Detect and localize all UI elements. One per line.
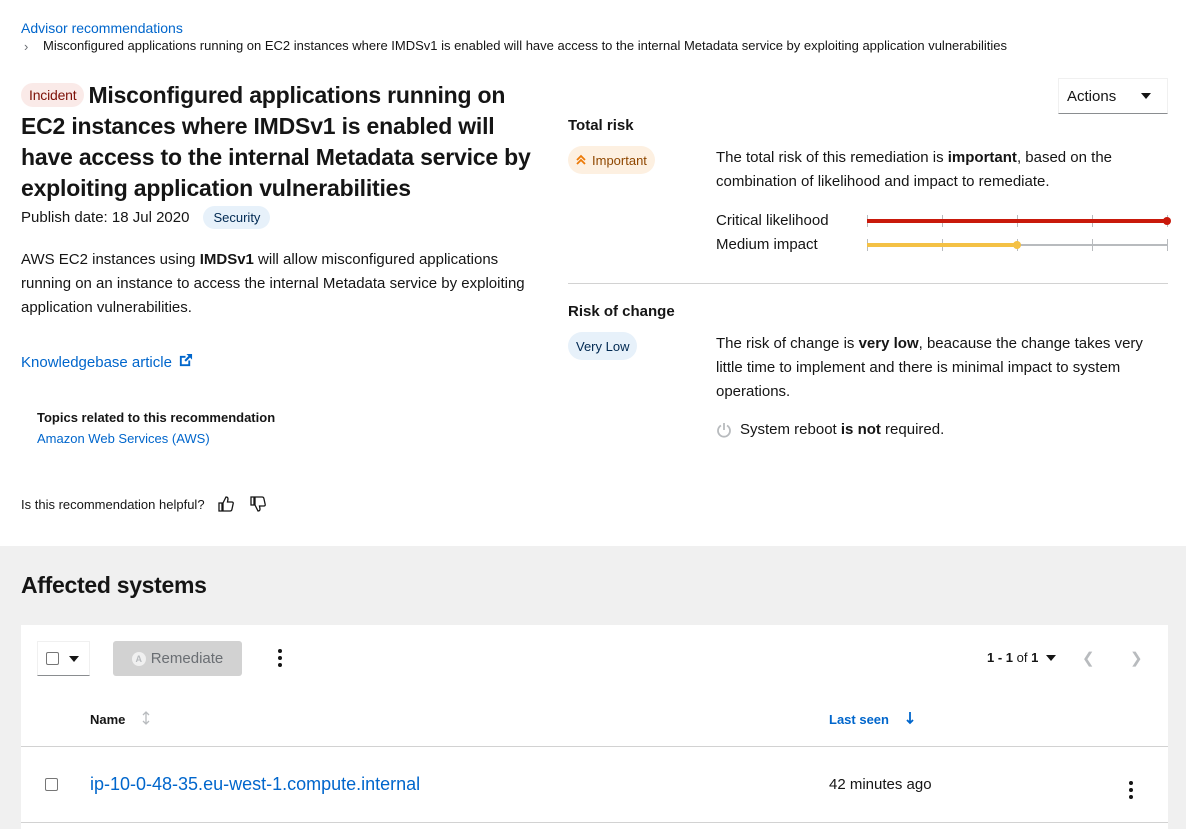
- bar-tick: [1092, 239, 1093, 251]
- total-risk-text-pre: The total risk of this remediation is: [716, 149, 948, 166]
- bar-tick: [1167, 239, 1168, 251]
- pagination-of: of: [1016, 650, 1028, 665]
- affected-systems-title: Affected systems: [21, 572, 207, 598]
- actions-label: Actions: [1067, 87, 1117, 105]
- affected-systems-table: A Remediate 1 - 1 of 1 ❮ ❯ Name Last see…: [21, 625, 1168, 829]
- risk-of-change-badge: Very Low: [568, 332, 638, 360]
- incident-badge: Incident: [21, 83, 85, 107]
- total-risk-badge: Important: [568, 146, 655, 174]
- sort-icon: [141, 711, 151, 728]
- bar-fill: [867, 243, 1017, 247]
- impact-bar: [867, 239, 1168, 251]
- caret-down-icon: [69, 655, 79, 662]
- risk-of-change-text-pre: The risk of change is: [716, 335, 859, 352]
- row-divider: [21, 822, 1168, 823]
- description-text: AWS EC2 instances using: [21, 251, 200, 268]
- caret-down-icon: [1141, 93, 1151, 99]
- row-divider: [21, 746, 1168, 747]
- column-last-seen-label: Last seen: [829, 712, 889, 727]
- description: AWS EC2 instances using IMDSv1 will allo…: [21, 248, 541, 320]
- double-chevron-up-icon: [576, 154, 586, 166]
- divider: [568, 283, 1168, 284]
- system-name-link[interactable]: ip-10-0-48-35.eu-west-1.compute.internal: [90, 774, 420, 795]
- remediate-label: Remediate: [150, 650, 224, 667]
- pagination-toggle[interactable]: 1 - 1 of 1: [987, 650, 1057, 665]
- publish-date: Publish date: 18 Jul 2020: [21, 209, 190, 226]
- reboot-info: System reboot is not required.: [716, 421, 944, 438]
- pagination-total: 1: [1031, 650, 1039, 665]
- caret-down-icon: [1046, 654, 1057, 661]
- bulk-select-dropdown[interactable]: [37, 641, 90, 676]
- breadcrumb-advisor-recommendations[interactable]: Advisor recommendations: [21, 20, 183, 36]
- external-link-icon: [178, 353, 193, 372]
- bar-marker: [1013, 241, 1021, 249]
- topic-link-aws[interactable]: Amazon Web Services (AWS): [37, 431, 210, 446]
- risk-of-change-text: The risk of change is very low, beacause…: [716, 332, 1168, 404]
- column-header-last-seen[interactable]: Last seen: [829, 711, 915, 728]
- power-off-icon: [716, 422, 732, 438]
- row-checkbox[interactable]: [45, 778, 58, 791]
- likelihood-bar: [867, 215, 1171, 227]
- previous-page-icon[interactable]: ❮: [1082, 649, 1095, 667]
- reboot-text-pre: System reboot: [740, 421, 841, 438]
- chevron-right-icon: ›: [24, 39, 29, 54]
- thumbs-down-icon[interactable]: [247, 493, 269, 515]
- total-risk-title: Total risk: [568, 117, 634, 134]
- ansible-icon: A: [131, 651, 146, 666]
- recommendation-title: Misconfigured applications running on EC…: [21, 82, 531, 201]
- risk-of-change-text-bold: very low: [858, 335, 919, 352]
- actions-dropdown[interactable]: Actions: [1058, 78, 1168, 114]
- total-risk-badge-label: Important: [592, 152, 647, 168]
- knowledgebase-link[interactable]: Knowledgebase article: [21, 353, 193, 372]
- bulk-select-checkbox[interactable]: [46, 652, 59, 665]
- toolbar-kebab-icon[interactable]: [270, 643, 290, 673]
- row-kebab-icon[interactable]: [1121, 775, 1141, 805]
- pagination-range: 1 - 1: [987, 650, 1014, 665]
- reboot-text-bold: is not: [840, 421, 881, 438]
- sort-descending-icon: [905, 711, 915, 728]
- likelihood-label: Critical likelihood: [716, 212, 829, 229]
- page-title: Incident Misconfigured applications runni…: [21, 80, 551, 204]
- total-risk-text: The total risk of this remediation is im…: [716, 146, 1168, 194]
- last-seen-value: 42 minutes ago: [829, 776, 932, 793]
- impact-label: Medium impact: [716, 236, 818, 253]
- thumbs-up-icon[interactable]: [215, 493, 237, 515]
- recommendation-details: Advisor recommendations › Misconfigured …: [0, 0, 1186, 546]
- knowledgebase-link-label: Knowledgebase article: [21, 354, 172, 371]
- remediate-button[interactable]: A Remediate: [113, 641, 242, 676]
- bar-fill: [867, 219, 1167, 223]
- column-name-label: Name: [90, 712, 126, 727]
- column-header-name[interactable]: Name: [90, 711, 151, 728]
- helpful-feedback: Is this recommendation helpful?: [21, 493, 269, 515]
- breadcrumb-current: Misconfigured applications running on EC…: [43, 38, 1007, 53]
- helpful-question: Is this recommendation helpful?: [21, 496, 205, 512]
- total-risk-text-bold: important: [947, 149, 1017, 166]
- bar-marker: [1163, 217, 1171, 225]
- reboot-text-post: required.: [880, 421, 945, 438]
- topics-title: Topics related to this recommendation: [37, 410, 276, 425]
- category-badge: Security: [203, 206, 271, 229]
- next-page-icon[interactable]: ❯: [1130, 649, 1143, 667]
- description-bold: IMDSv1: [199, 251, 254, 268]
- risk-of-change-title: Risk of change: [568, 303, 675, 320]
- publish-row: Publish date: 18 Jul 2020 Security: [21, 206, 271, 229]
- affected-systems-section: Affected systems A Remediate 1 - 1 of 1 …: [0, 546, 1186, 829]
